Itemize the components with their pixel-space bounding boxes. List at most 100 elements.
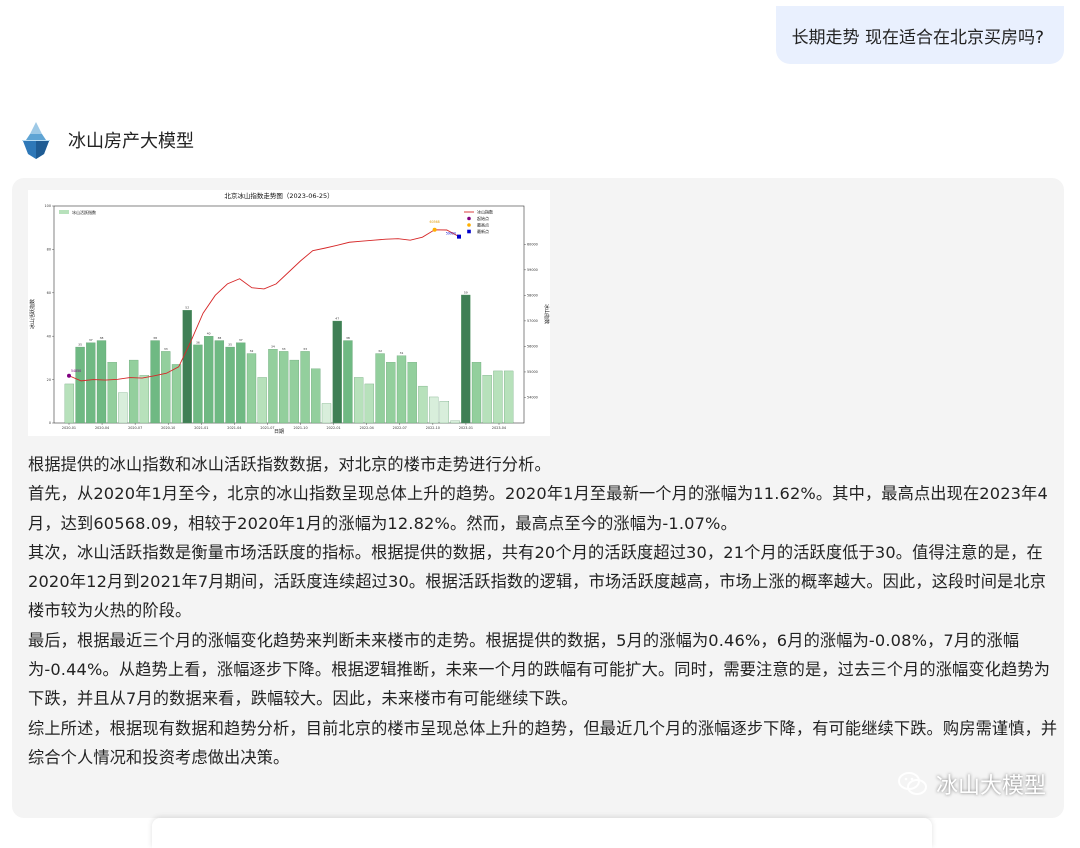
- chart-bar: [353, 377, 364, 424]
- y-left-tick-label: 0: [49, 421, 51, 425]
- chart-bar: [75, 346, 85, 424]
- bar-data-label: 33: [164, 347, 168, 351]
- legend-latest-swatch: [467, 229, 471, 234]
- chart-bar: [257, 377, 267, 424]
- x-tick-label: 2020-07: [128, 426, 142, 430]
- chart-bar: [161, 351, 171, 424]
- y-right-tick-label: 58000: [527, 294, 538, 298]
- x-tick-label: 2021-01: [194, 426, 208, 430]
- y-right-tick-label: 54000: [527, 396, 538, 400]
- chart-bar: [225, 346, 235, 424]
- bar-data-label: 31: [400, 351, 404, 355]
- bot-header: 冰山房产大模型: [20, 120, 194, 160]
- chart-bar: [375, 353, 385, 424]
- bar-data-label: 33: [303, 347, 307, 351]
- chart-bar: [171, 364, 182, 424]
- chart-bar: [289, 359, 300, 424]
- chart-bar: [64, 383, 75, 424]
- wechat-icon: [897, 772, 927, 795]
- chart-bar: [236, 342, 246, 424]
- x-tick-label: 2020-04: [95, 426, 109, 430]
- x-tick-label: 2022-07: [393, 426, 407, 430]
- x-tick-label: 2020-10: [161, 426, 175, 430]
- x-tick-label: 2022-10: [426, 426, 440, 430]
- bar-data-label: 36: [196, 340, 200, 344]
- x-tick-label: 2021-07: [260, 426, 274, 430]
- chart-bar: [471, 362, 482, 424]
- chart-bar: [461, 294, 471, 424]
- y-left-tick-label: 20: [47, 378, 51, 382]
- legend-start-swatch: [467, 216, 471, 221]
- y-right-tick-label: 55000: [527, 370, 538, 374]
- chart-bar: [107, 362, 117, 424]
- legend-line-label: 最高点: [477, 222, 489, 228]
- chart-bar: [321, 403, 332, 424]
- x-tick-label: 2022-04: [360, 426, 374, 430]
- chart-bar: [503, 370, 514, 424]
- y-axis-right-label: 冰山指数: [543, 304, 550, 324]
- chart-bar: [386, 362, 396, 424]
- chart-bar: [311, 368, 321, 424]
- chart-bar: [493, 370, 503, 424]
- answer-paragraph: 根据提供的冰山指数和冰山活跃指数数据，对北京的楼市走势进行分析。: [28, 455, 551, 474]
- chart-bar: [482, 375, 492, 424]
- bar-data-label: 37: [239, 338, 243, 342]
- bar-data-label: 38: [100, 336, 104, 340]
- max-point-label: 60568: [430, 220, 440, 224]
- y-right-tick-label: 59000: [527, 268, 538, 272]
- answer-paragraph: 首先，从2020年1月至今，北京的冰山指数呈现总体上升的趋势。2020年1月至最…: [28, 484, 1048, 533]
- chart-bar: [193, 344, 203, 424]
- x-tick-label: 2022-01: [327, 426, 341, 430]
- bar-data-label: 52: [185, 306, 189, 310]
- chart-bar: [396, 355, 407, 424]
- chart-bar: [182, 310, 192, 424]
- legend-line-label: 起始点: [477, 215, 489, 221]
- bar-data-label: 35: [228, 343, 232, 347]
- legend-bar-label: 冰山活跃指数: [72, 209, 96, 215]
- y-left-tick-label: 80: [47, 248, 51, 252]
- legend-max-swatch: [467, 223, 471, 227]
- chart-bar: [86, 342, 96, 424]
- answer-card: 北京冰山指数走势图（2023-06-25） 35 37 38 38 33 52 36 40 38…: [12, 178, 1064, 818]
- chart-bar: [450, 420, 460, 424]
- start-point-marker: [67, 373, 71, 378]
- chart-bar: [139, 375, 150, 424]
- chart-bar: [439, 401, 450, 424]
- input-area-edge: [152, 818, 932, 848]
- bar-data-label: 33: [282, 347, 286, 351]
- chart-bar: [203, 336, 214, 424]
- x-tick-label: 2023-01: [459, 426, 473, 430]
- chart-bar: [96, 340, 107, 424]
- chart-bar: [214, 340, 225, 424]
- iceberg-index-chart: 北京冰山指数走势图（2023-06-25） 35 37 38 38 33 52 36 40 38…: [29, 191, 550, 435]
- chart-bar: [332, 320, 342, 424]
- answer-paragraph: 其次，冰山活跃指数是衡量市场活跃度的指标。根据提供的数据，共有20个月的活跃度超…: [28, 542, 1047, 621]
- chart-bar: [428, 396, 439, 424]
- y-right-tick-label: 57000: [527, 319, 538, 323]
- bar-data-label: 59: [464, 290, 468, 294]
- y-axis-left-label: 冰山活跃指数: [29, 299, 36, 329]
- legend-bar-swatch: [59, 210, 69, 214]
- x-tick-label: 2021-04: [227, 426, 241, 430]
- answer-paragraph: 最后，根据最近三个月的涨幅变化趋势来判断未来楼市的走势。根据提供的数据，5月的涨…: [28, 630, 1051, 709]
- watermark: 冰山大模型: [897, 768, 1046, 800]
- chart-image: 北京冰山指数走势图（2023-06-25） 35 37 38 38 33 52 36 40 38…: [28, 190, 550, 436]
- plot-frame: [53, 205, 525, 424]
- y-left-tick-label: 100: [45, 204, 51, 208]
- chart-bar: [343, 340, 353, 424]
- bar-data-label: 32: [250, 349, 254, 353]
- bar-data-label: 35: [78, 343, 82, 347]
- bar-data-label: 38: [217, 336, 221, 340]
- chart-bar: [128, 359, 139, 424]
- user-message-text: 长期走势 现在适合在北京买房吗?: [791, 27, 1044, 48]
- bar-data-label: 38: [346, 336, 350, 340]
- chart-bar: [118, 392, 128, 424]
- bot-name: 冰山房产大模型: [68, 131, 194, 152]
- chart-bar: [407, 362, 417, 424]
- y-right-tick-label: 56000: [527, 345, 538, 349]
- chart-bar: [364, 383, 375, 424]
- y-right-tick-label: 60000: [527, 242, 538, 246]
- watermark-text: 冰山大模型: [935, 774, 1046, 799]
- answer-text: 根据提供的冰山指数和冰山活跃指数数据，对北京的楼市走势进行分析。 首先，从202…: [28, 450, 1058, 772]
- latest-point-label: 59920: [446, 232, 456, 236]
